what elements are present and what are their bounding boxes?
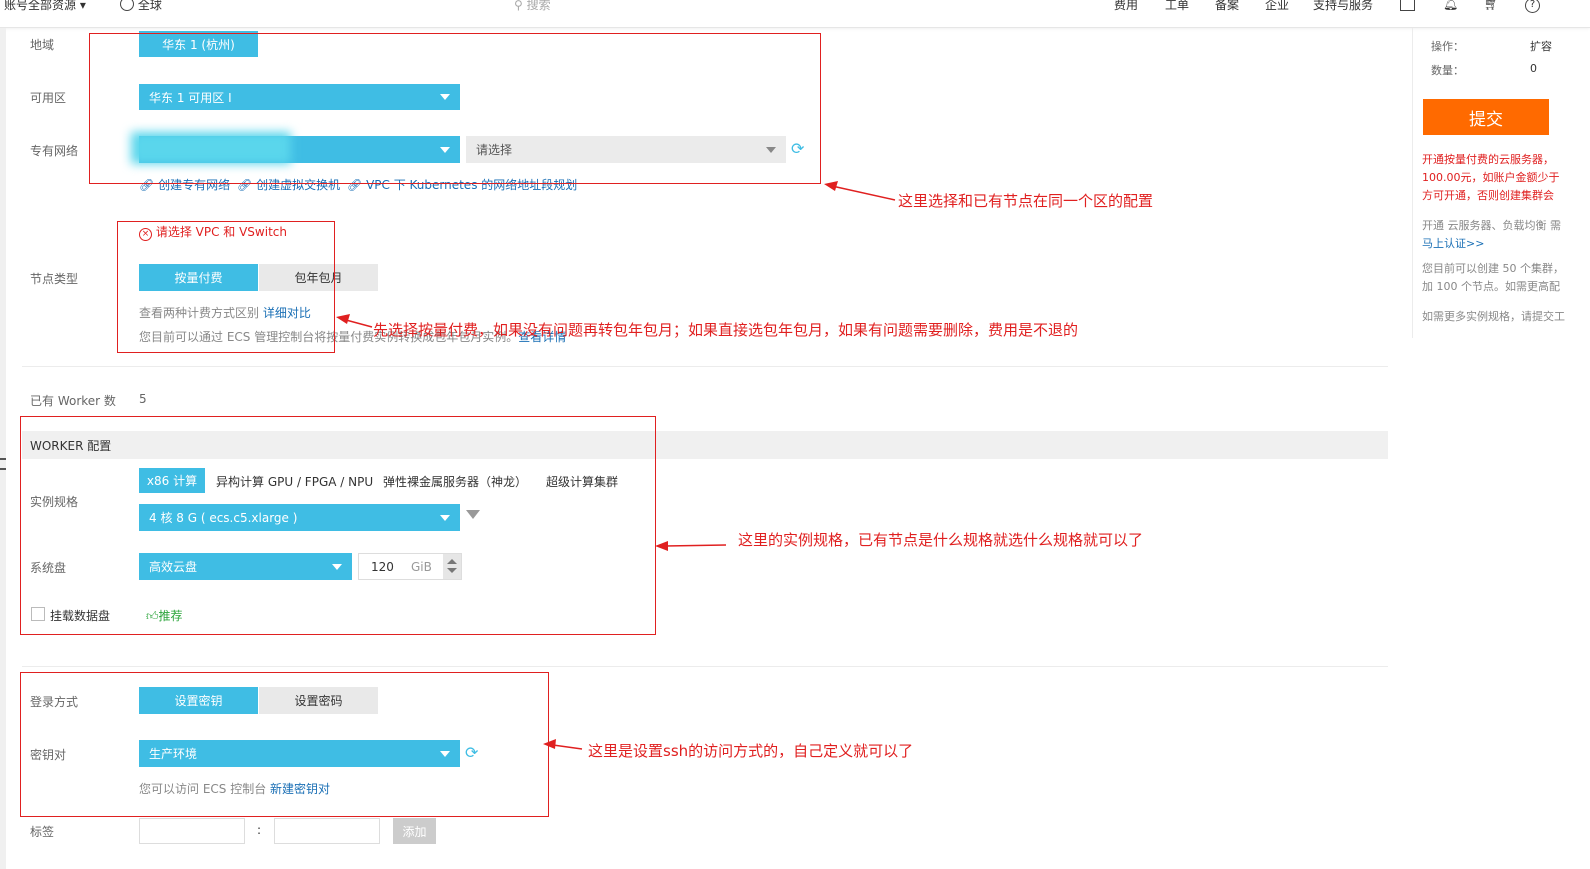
arrow-login — [552, 744, 583, 750]
arrow-network — [831, 185, 896, 201]
arrowhead — [336, 314, 350, 324]
annotation-login-text: 这里是设置ssh的访问方式的，自己定义就可以了 — [588, 742, 914, 760]
arrowhead — [655, 541, 668, 551]
arrow-billing — [345, 319, 373, 328]
arrowhead — [824, 181, 838, 191]
annotation-billing-text: 先选择按量付费，如果没有问题再转包年包月；如果直接选包年包月，如果有问题需要删除… — [373, 321, 1079, 339]
annotation-arrows — [336, 181, 896, 750]
arrow-worker — [664, 544, 727, 547]
annotation-network-text: 这里选择和已有节点在同一个区的配置 — [898, 192, 1154, 210]
annotation-worker-text: 这里的实例规格，已有节点是什么规格就选什么规格就可以了 — [738, 531, 1144, 549]
arrowhead — [543, 739, 556, 749]
